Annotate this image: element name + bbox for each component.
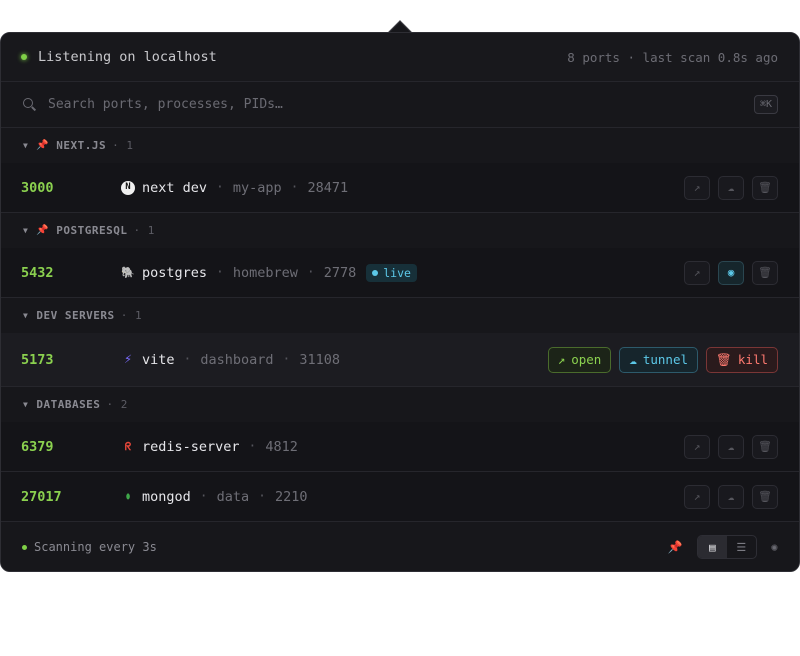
status-dot [21,54,27,60]
chevron-down-icon: ▼ [23,400,29,409]
port-number: 5432 [21,264,54,281]
trash-icon[interactable]: 🗑 [752,260,778,285]
pin-icon: 📌 [36,225,50,236]
port-number: 6379 [21,438,54,455]
open-icon: ↗ [557,352,566,367]
view-toggle: ▤ ☰ [696,535,757,559]
group-count: · 1 [133,224,155,237]
scanning-dot [22,544,27,550]
search-bar: ⌘K [1,82,799,128]
pin-icon[interactable]: 📌 [668,540,683,554]
chevron-down-icon: ▼ [23,311,29,320]
row-actions: ↗ ☁ 🗑 [684,175,778,200]
list-view-icon[interactable]: ☰ [727,536,756,558]
group-count: · 1 [120,309,143,322]
row-actions: ↗ ☁ 🗑 [684,434,778,459]
group-name: NEXT.JS [56,139,107,152]
pid: 2210 [274,488,308,505]
pid: 2778 [323,264,357,281]
postgres-icon: 🐘 [121,266,135,279]
pin-icon: 📌 [36,140,50,151]
cloud-icon: ☁ [629,352,637,367]
mongodb-icon: ● [126,490,130,502]
live-badge: live [366,263,417,282]
nextjs-icon: N [121,180,135,195]
port-row-5173[interactable]: 5173 ⚡ vite · dashboard · 31108 ↗ open ☁ t… [1,333,799,387]
trash-icon[interactable]: 🗑 [752,434,778,459]
open-icon[interactable]: ↗ [684,260,710,285]
port-row-27017[interactable]: 27017 ● mongod · data · 2210 ↗ ☁ 🗑 [1,472,799,522]
project-name: homebrew [232,264,298,281]
cloud-icon[interactable]: ☁ [718,175,744,200]
port-row-6379[interactable]: 6379 ᖇ redis-server · 4812 ↗ ☁ 🗑 [1,422,799,472]
settings-icon[interactable]: ✺ [771,540,778,554]
group-count: · 1 [112,139,134,152]
port-number: 27017 [21,488,62,505]
scan-meta: 8 ports · last scan 0.8s ago [567,49,778,65]
ports-popover: Listening on localhost 8 ports · last sc… [0,32,800,572]
open-icon[interactable]: ↗ [684,434,710,459]
group-count: · 2 [106,398,128,411]
tunnel-button[interactable]: ☁ tunnel [619,346,699,373]
redis-icon: ᖇ [124,440,132,453]
open-icon[interactable]: ↗ [684,175,710,200]
open-icon[interactable]: ↗ [684,484,710,509]
port-row-5432[interactable]: 5432 🐘 postgres · homebrew · 2778 live ↗… [1,248,799,298]
trash-icon: 🗑 [716,351,732,367]
group-header-postgresql[interactable]: ▼ 📌 POSTGRESQL · 1 [1,213,799,248]
kill-button[interactable]: 🗑 kill [706,346,778,373]
cloud-icon[interactable]: ☁ [718,484,744,509]
header-title: Listening on localhost [38,49,217,65]
group-name: DEV SERVERS [36,309,115,322]
open-button[interactable]: ↗ open [547,346,612,373]
row-actions: ↗ ◉ 🗑 [684,260,778,285]
group-header-dev-servers[interactable]: ▼ DEV SERVERS · 1 [1,298,799,333]
chevron-down-icon: ▼ [23,226,29,235]
grouped-view-icon[interactable]: ▤ [697,536,727,558]
process-name: next dev [142,179,208,196]
footer-controls: 📌 ▤ ☰ ✺ [668,535,778,559]
search-icon [23,98,36,111]
pid: 28471 [307,179,349,196]
group-header-databases[interactable]: ▼ DATABASES · 2 [1,387,799,422]
process-name: redis-server [142,438,240,455]
stop-tunnel-icon[interactable]: ◉ [718,260,744,285]
row-actions: ↗ open ☁ tunnel 🗑 kill [547,346,778,373]
project-name: dashboard [200,351,274,368]
scan-status: Scanning every 3s [34,540,157,554]
trash-icon[interactable]: 🗑 [752,484,778,509]
chevron-down-icon: ▼ [23,141,29,150]
port-number: 5173 [21,351,54,368]
project-name: data [216,488,250,505]
cloud-icon[interactable]: ☁ [718,434,744,459]
search-input[interactable] [48,97,754,112]
process-name: postgres [142,264,208,281]
pid: 31108 [299,351,340,368]
vite-icon: ⚡ [124,352,132,367]
popover-footer: Scanning every 3s 📌 ▤ ☰ ✺ [1,523,799,571]
process-name: vite [142,351,175,368]
row-actions: ↗ ☁ 🗑 [684,484,778,509]
trash-icon[interactable]: 🗑 [752,175,778,200]
port-number: 3000 [21,179,54,196]
pid: 4812 [265,438,298,455]
port-row-3000[interactable]: 3000 N next dev · my-app · 28471 ↗ ☁ 🗑 [1,163,799,213]
process-name: mongod [142,488,191,505]
group-name: POSTGRESQL [56,224,128,237]
shortcut-hint: ⌘K [753,95,778,114]
group-name: DATABASES [36,398,101,411]
project-name: my-app [232,179,282,196]
group-header-nextjs[interactable]: ▼ 📌 NEXT.JS · 1 [1,128,799,163]
popover-header: Listening on localhost 8 ports · last sc… [1,33,799,82]
